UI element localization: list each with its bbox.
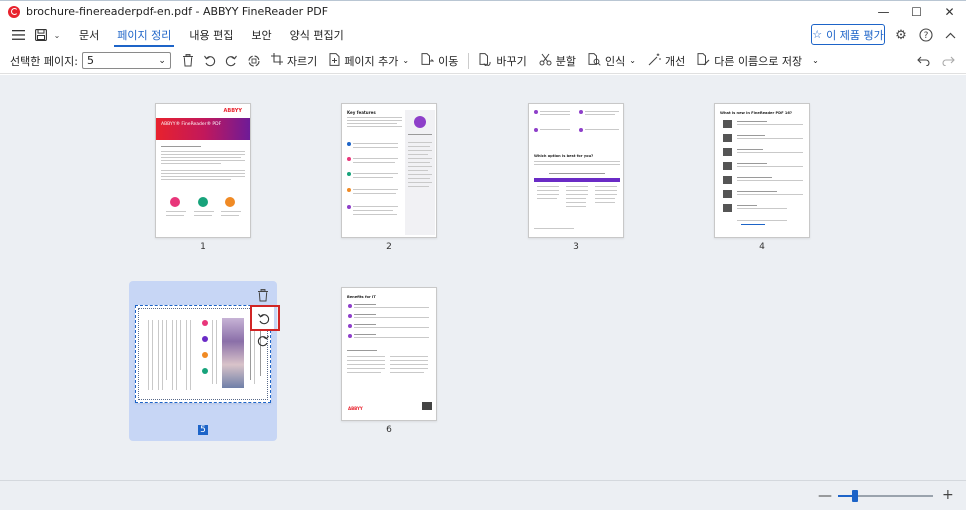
toolbar-divider xyxy=(468,52,470,69)
rate-product-button[interactable]: ☆ 이 제품 평가 xyxy=(811,24,885,45)
move-label: 이동 xyxy=(438,54,459,68)
close-button[interactable]: ✕ xyxy=(933,1,966,23)
improve-label: 개선 xyxy=(664,54,686,68)
page-number-label: 1 xyxy=(200,242,206,252)
chevron-down-icon: ⌄ xyxy=(629,56,636,65)
split-label: 분할 xyxy=(555,54,576,68)
delete-page-icon[interactable] xyxy=(177,51,199,71)
page-heading: What is new in FineReader PDF 16? xyxy=(720,111,792,115)
minimize-button[interactable]: — xyxy=(867,1,900,23)
highlight-box xyxy=(250,305,280,331)
page-number-label: 5 xyxy=(183,425,223,435)
rotate-left-icon[interactable] xyxy=(199,51,221,71)
add-page-button[interactable]: 페이지 추가 ⌄ xyxy=(323,51,415,71)
page-heading: Benefits for IT xyxy=(347,295,376,299)
menu-edit-content[interactable]: 내용 편집 xyxy=(180,23,242,47)
page-thumbnail-1[interactable]: ABBYY ABBYY® FineReader® PDF xyxy=(155,103,251,238)
window-controls: — ☐ ✕ xyxy=(867,1,966,23)
page-heading: Key features xyxy=(347,110,376,115)
page-number-label: 2 xyxy=(386,242,392,252)
split-button[interactable]: 분할 xyxy=(533,51,582,71)
status-bar: — + xyxy=(0,480,966,510)
page-number-label: 4 xyxy=(759,242,765,252)
replace-label: 바꾸기 xyxy=(496,54,527,68)
move-button[interactable]: 이동 xyxy=(415,51,464,71)
improve-button[interactable]: 개선 xyxy=(642,51,691,71)
collapse-ribbon-icon[interactable] xyxy=(941,26,959,44)
page-thumbnail-6[interactable]: Benefits for IT ABBYY xyxy=(341,287,437,421)
rotate-right-icon[interactable] xyxy=(252,329,274,351)
save-as-label: 다른 이름으로 저장 xyxy=(714,54,803,68)
menu-page-organize[interactable]: 페이지 정리 xyxy=(108,23,180,47)
zoom-slider[interactable] xyxy=(838,490,933,502)
add-page-label: 페이지 추가 xyxy=(344,54,399,68)
magic-wand-icon xyxy=(648,53,661,69)
zoom-out-button[interactable]: — xyxy=(818,488,832,504)
app-logo-icon xyxy=(8,5,20,18)
page-thumbnail-4[interactable]: What is new in FineReader PDF 16? xyxy=(714,103,810,238)
chevron-down-icon[interactable]: ⌄ xyxy=(50,23,64,47)
menu-bar: ⌄ 문서 페이지 정리 내용 편집 보안 양식 편집기 ☆ 이 제품 평가 ⚙ … xyxy=(0,22,966,48)
replace-button[interactable]: 바꾸기 xyxy=(473,51,532,71)
crop-label: 자르기 xyxy=(286,54,318,68)
scissors-icon xyxy=(539,53,552,69)
save-as-icon xyxy=(697,52,710,69)
undo-icon[interactable] xyxy=(912,51,934,71)
delete-page-icon[interactable] xyxy=(252,284,274,306)
hamburger-menu-icon[interactable] xyxy=(4,23,32,47)
add-page-icon xyxy=(329,52,340,69)
chevron-down-icon: ⌄ xyxy=(812,56,819,65)
crop-button[interactable]: 자르기 xyxy=(265,51,323,71)
page-heading: Which option is best for you? xyxy=(534,154,594,158)
menu-form-editor[interactable]: 양식 편집기 xyxy=(281,23,353,47)
selected-page-number: 5 xyxy=(198,425,208,435)
selected-pages-dropdown[interactable]: 5 ⌄ xyxy=(81,52,171,69)
star-icon: ☆ xyxy=(812,28,823,41)
page-toolbar: 선택한 페이지: 5 ⌄ 자르기 페이지 추가 ⌄ 이동 바꾸기 분할 인식 ⌄… xyxy=(0,48,966,74)
page-thumbnail-3[interactable]: Which option is best for you? xyxy=(528,103,624,238)
svg-text:?: ? xyxy=(924,31,929,41)
settings-icon[interactable]: ⚙ xyxy=(892,26,910,44)
menu-document[interactable]: 문서 xyxy=(70,23,108,47)
cover-title: ABBYY® FineReader® PDF xyxy=(161,122,222,127)
recognize-label: 인식 xyxy=(605,54,626,68)
title-bar: brochure-finereaderpdf-en.pdf - ABBYY Fi… xyxy=(0,0,966,22)
page-thumbnails-area[interactable]: ABBYY ABBYY® FineReader® PDF 1 Key featu… xyxy=(0,75,966,480)
zoom-slider-thumb[interactable] xyxy=(852,490,859,502)
redo-icon[interactable] xyxy=(938,51,960,71)
crop-icon xyxy=(270,53,283,68)
help-icon[interactable]: ? xyxy=(917,26,935,44)
zoom-in-button[interactable]: + xyxy=(942,487,954,503)
save-icon[interactable] xyxy=(32,23,50,47)
move-page-icon xyxy=(421,52,435,69)
abbyy-logo: ABBYY xyxy=(223,108,242,114)
selected-pages-label: 선택한 페이지: xyxy=(10,54,78,68)
chevron-down-icon: ⌄ xyxy=(402,56,410,65)
abbyy-logo: ABBYY xyxy=(348,406,363,411)
recognize-icon xyxy=(588,52,601,69)
replace-page-icon xyxy=(479,52,492,69)
rotate-all-icon[interactable] xyxy=(243,51,265,71)
window-title: brochure-finereaderpdf-en.pdf - ABBYY Fi… xyxy=(26,5,329,18)
save-as-button[interactable]: 다른 이름으로 저장 ⌄ xyxy=(691,51,825,71)
selected-pages-value: 5 xyxy=(86,54,94,67)
page-number-label: 6 xyxy=(386,425,392,435)
chevron-down-icon: ⌄ xyxy=(158,55,166,66)
recognize-button[interactable]: 인식 ⌄ xyxy=(582,51,642,71)
menu-security[interactable]: 보안 xyxy=(242,23,280,47)
page-thumbnail-2[interactable]: Key features xyxy=(341,103,437,238)
rate-product-label: 이 제품 평가 xyxy=(826,28,884,42)
page-number-label: 3 xyxy=(573,242,579,252)
maximize-button[interactable]: ☐ xyxy=(900,1,933,23)
rotate-right-icon[interactable] xyxy=(221,51,243,71)
